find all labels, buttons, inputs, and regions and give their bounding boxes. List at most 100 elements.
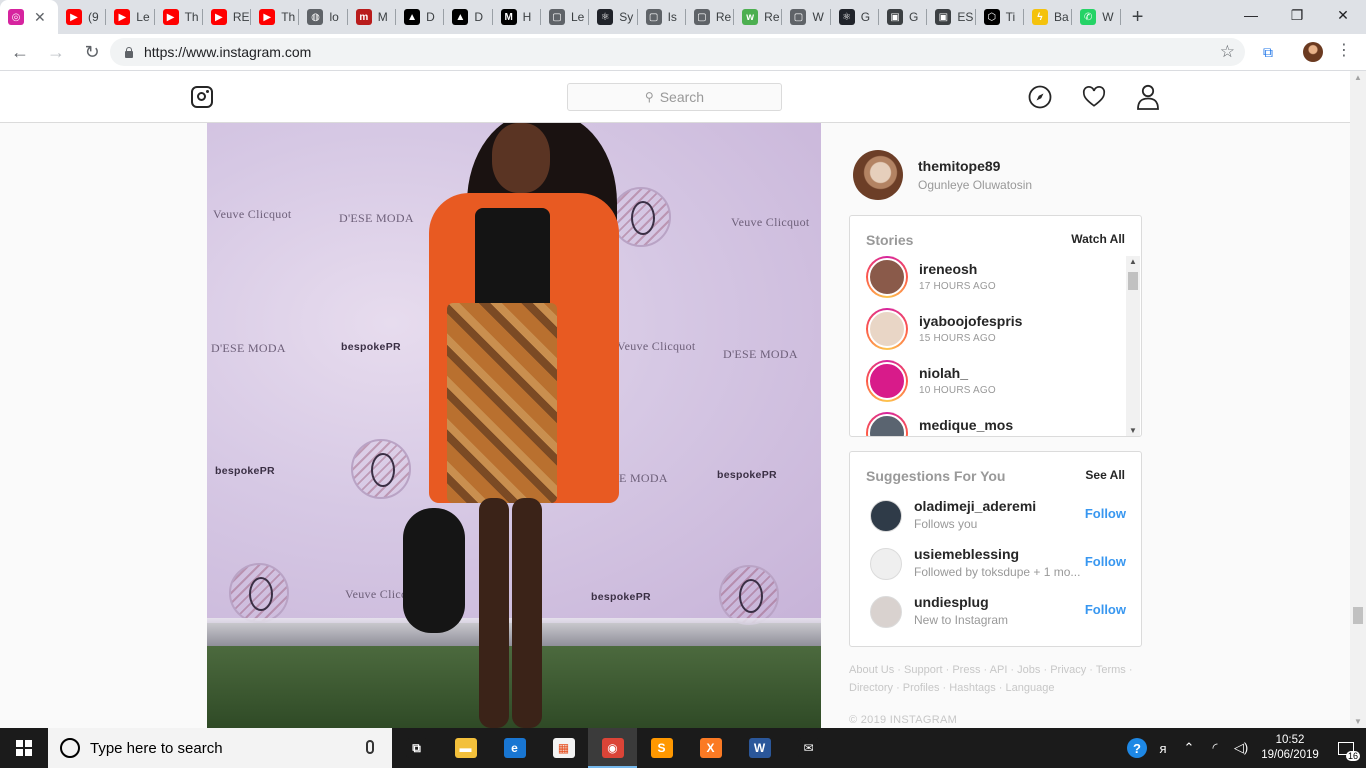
- browser-tab[interactable]: ▢ Is: [638, 0, 686, 34]
- story-item[interactable]: ireneosh 17 HOURS AGO: [866, 256, 1125, 308]
- show-hidden-icons-chevron-icon[interactable]: ⌃: [1176, 740, 1202, 756]
- browser-tab[interactable]: ▲ D: [444, 0, 493, 34]
- current-user-username[interactable]: themitope89: [918, 158, 1000, 174]
- taskbar-app[interactable]: W: [735, 728, 784, 768]
- new-tab-button[interactable]: +: [1121, 0, 1155, 34]
- taskbar-app[interactable]: e: [490, 728, 539, 768]
- suggestion-username[interactable]: usiemeblessing: [914, 546, 1019, 562]
- footer-link[interactable]: Directory: [849, 682, 893, 694]
- taskbar-app[interactable]: ▬: [441, 728, 490, 768]
- browser-tab[interactable]: ⚛ G: [831, 0, 880, 34]
- suggestion-username[interactable]: undiesplug: [914, 594, 989, 610]
- notification-count: 16: [1345, 751, 1360, 761]
- scroll-up-arrow-icon[interactable]: ▲: [1129, 257, 1137, 266]
- taskbar-app[interactable]: X: [686, 728, 735, 768]
- scroll-up-arrow-icon[interactable]: ▲: [1354, 73, 1362, 82]
- people-icon[interactable]: ᴙ: [1150, 741, 1176, 756]
- follow-button[interactable]: Follow: [1085, 506, 1126, 521]
- taskbar-app[interactable]: ✉: [784, 728, 833, 768]
- suggestion-avatar[interactable]: [870, 596, 902, 628]
- close-tab-icon[interactable]: ✕: [34, 9, 46, 26]
- menu-kebab-icon[interactable]: ⋮: [1336, 40, 1352, 60]
- taskbar-app[interactable]: S: [637, 728, 686, 768]
- follow-button[interactable]: Follow: [1085, 602, 1126, 617]
- reload-icon[interactable]: ↻: [76, 36, 108, 68]
- explore-compass-icon[interactable]: [1028, 85, 1052, 109]
- start-button[interactable]: [0, 728, 48, 768]
- footer-link[interactable]: Terms: [1096, 664, 1126, 676]
- footer-link[interactable]: About Us: [849, 664, 894, 676]
- bookmark-star-icon[interactable]: ☆: [1220, 42, 1235, 62]
- footer-link[interactable]: Privacy: [1050, 664, 1086, 676]
- page-scrollbar[interactable]: ▲ ▼: [1350, 71, 1366, 728]
- browser-tab[interactable]: ◎ ✕: [0, 0, 58, 34]
- activity-heart-icon[interactable]: [1082, 85, 1106, 109]
- taskbar-app[interactable]: ▦: [539, 728, 588, 768]
- minimize-icon[interactable]: —: [1228, 0, 1274, 30]
- browser-tab[interactable]: ϟ Ba: [1024, 0, 1073, 34]
- system-clock[interactable]: 10:52 19/06/2019: [1254, 733, 1326, 763]
- browser-tab[interactable]: ⚛ Sy: [589, 0, 638, 34]
- browser-tab[interactable]: ▣ ES: [927, 0, 976, 34]
- backdrop-logo-bespoke: bespokePR: [341, 341, 401, 353]
- browser-tab[interactable]: ✆ W: [1072, 0, 1121, 34]
- see-all-link[interactable]: See All: [1085, 468, 1125, 484]
- footer-link[interactable]: Jobs: [1017, 664, 1040, 676]
- watch-all-link[interactable]: Watch All: [1071, 232, 1125, 248]
- backdrop-logo-veuve: Veuve Clicquot: [731, 215, 810, 229]
- browser-tab[interactable]: ▶ Th: [155, 0, 203, 34]
- browser-tab[interactable]: mM: [348, 0, 397, 34]
- footer-link[interactable]: API: [990, 664, 1008, 676]
- footer-link[interactable]: Press: [952, 664, 980, 676]
- profile-avatar[interactable]: [1303, 42, 1323, 62]
- profile-person-icon[interactable]: [1136, 84, 1160, 110]
- back-icon[interactable]: ←: [4, 36, 36, 68]
- post-image[interactable]: Veuve Clicquot D'ESE MODA Veuve Clicquot…: [207, 123, 821, 728]
- browser-tab[interactable]: MH: [493, 0, 541, 34]
- browser-tab[interactable]: ▶ Le: [106, 0, 155, 34]
- taskbar-app[interactable]: ⧉: [392, 728, 441, 768]
- help-icon[interactable]: ?: [1124, 738, 1150, 758]
- browser-tab[interactable]: ▢ W: [782, 0, 831, 34]
- browser-tab[interactable]: w Re: [734, 0, 783, 34]
- browser-tab[interactable]: ▶ (9: [58, 0, 107, 34]
- footer-link[interactable]: Language: [1006, 682, 1055, 694]
- instagram-logo-icon[interactable]: [191, 86, 213, 108]
- browser-tab[interactable]: ▶ Th: [251, 0, 300, 34]
- taskbar-app[interactable]: ◉: [588, 728, 637, 768]
- action-center-icon[interactable]: 16: [1326, 728, 1366, 768]
- address-bar[interactable]: https://www.instagram.com ☆: [110, 38, 1245, 66]
- search-input[interactable]: ⚲ Search: [567, 83, 782, 111]
- story-item[interactable]: iyaboojofespris 15 HOURS AGO: [866, 308, 1125, 360]
- browser-tab[interactable]: ▢ Re: [686, 0, 735, 34]
- footer-link[interactable]: Hashtags: [949, 682, 995, 694]
- browser-tab[interactable]: ▶ RE: [203, 0, 252, 34]
- stories-scrollbar[interactable]: ▲ ▼: [1126, 256, 1140, 436]
- browser-tab[interactable]: ▢ Le: [541, 0, 590, 34]
- volume-icon[interactable]: ◁): [1228, 740, 1254, 756]
- browser-tab[interactable]: ▣ G: [879, 0, 928, 34]
- taskbar-search-box[interactable]: Type here to search: [48, 728, 392, 768]
- extension-icon[interactable]: ⧉: [1258, 42, 1278, 62]
- scroll-down-arrow-icon[interactable]: ▼: [1354, 717, 1362, 726]
- footer-link[interactable]: Profiles: [903, 682, 940, 694]
- page-scrollbar-thumb[interactable]: [1353, 607, 1363, 624]
- forward-icon[interactable]: →: [40, 36, 72, 68]
- scroll-down-arrow-icon[interactable]: ▼: [1129, 426, 1137, 435]
- microphone-icon[interactable]: [366, 740, 374, 754]
- suggestion-avatar[interactable]: [870, 500, 902, 532]
- current-user-avatar[interactable]: [853, 150, 903, 200]
- browser-tab[interactable]: ⬡ Ti: [976, 0, 1024, 34]
- suggestion-username[interactable]: oladimeji_aderemi: [914, 498, 1036, 514]
- close-window-icon[interactable]: ✕: [1320, 0, 1366, 30]
- restore-icon[interactable]: ❐: [1274, 0, 1320, 30]
- story-item[interactable]: niolah_ 10 HOURS AGO: [866, 360, 1125, 412]
- browser-tab[interactable]: ▲ D: [396, 0, 445, 34]
- wifi-icon[interactable]: ◜: [1202, 740, 1228, 756]
- footer-link[interactable]: Support: [904, 664, 943, 676]
- suggestion-avatar[interactable]: [870, 548, 902, 580]
- browser-tab[interactable]: ◍ lo: [299, 0, 348, 34]
- story-item[interactable]: medique_mos: [866, 412, 1125, 436]
- follow-button[interactable]: Follow: [1085, 554, 1126, 569]
- scrollbar-thumb[interactable]: [1128, 272, 1138, 290]
